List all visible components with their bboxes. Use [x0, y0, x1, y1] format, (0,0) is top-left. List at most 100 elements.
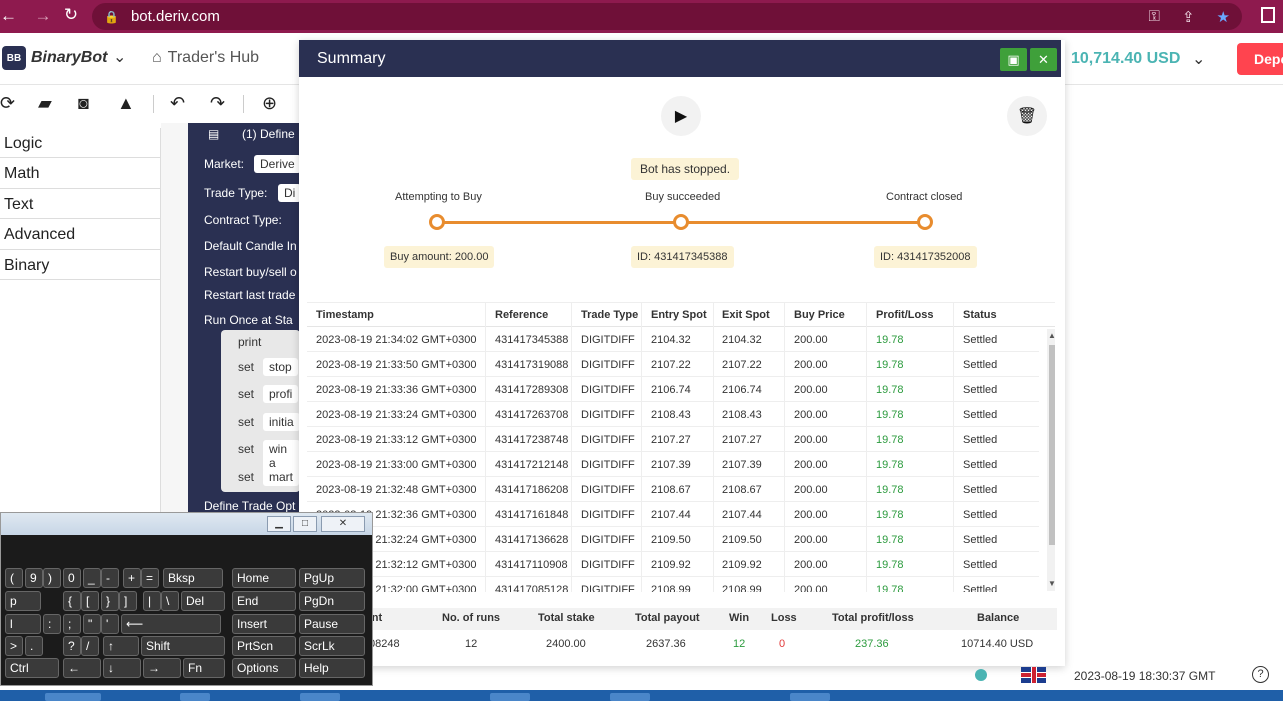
forward-icon[interactable]: →	[28, 6, 58, 26]
taskbar-item[interactable]	[610, 693, 650, 701]
traders-hub-link[interactable]: ⌂ Trader's Hub	[152, 49, 259, 67]
share-icon[interactable]: ⇪	[1182, 8, 1195, 26]
sidebar-icon[interactable]	[1261, 7, 1275, 23]
sidebar-item-binary[interactable]: Binary	[0, 250, 160, 280]
save-icon[interactable]: ◙	[78, 93, 89, 114]
keyboard-key[interactable]: Shift	[141, 636, 225, 656]
keyboard-key[interactable]: Options	[232, 658, 296, 678]
help-icon[interactable]: ?	[1252, 666, 1269, 683]
close-icon[interactable]: ✕	[321, 516, 365, 532]
close-icon[interactable]: ✕	[1030, 48, 1057, 71]
keyboard-key[interactable]: 9	[25, 568, 43, 588]
table-scrollbar[interactable]: ▲ ▼	[1047, 329, 1055, 591]
sidebar-item-math[interactable]: Math	[0, 158, 160, 189]
clear-stats-button[interactable]: 🗑	[1007, 96, 1047, 136]
keyboard-key[interactable]: |	[143, 591, 161, 611]
keyboard-key[interactable]: ⟵	[121, 614, 221, 634]
keyboard-key[interactable]: Pause	[299, 614, 365, 634]
reset-icon[interactable]: ⟳	[0, 93, 15, 114]
open-icon[interactable]: ▰	[38, 93, 52, 114]
keyboard-key[interactable]: ↓	[103, 658, 141, 678]
uk-flag-icon[interactable]	[1021, 667, 1046, 683]
keyboard-key[interactable]: Home	[232, 568, 296, 588]
keyboard-key[interactable]: l	[5, 614, 41, 634]
keyboard-key[interactable]: Insert	[232, 614, 296, 634]
star-icon[interactable]: ★	[1217, 8, 1230, 26]
keyboard-key[interactable]: _	[83, 568, 101, 588]
keyboard-key[interactable]: "	[83, 614, 101, 634]
variable-field[interactable]: initia	[263, 413, 300, 431]
url-text[interactable]: bot.deriv.com	[131, 8, 220, 25]
address-bar[interactable]: 🔒 bot.deriv.com ⚿ ⇪ ★	[92, 3, 1242, 30]
back-icon[interactable]: ←	[0, 6, 17, 26]
taskbar-item[interactable]	[45, 693, 101, 701]
keyboard-key[interactable]: ScrLk	[299, 636, 365, 656]
variable-field[interactable]: mart	[263, 468, 299, 486]
keyboard-key[interactable]: '	[101, 614, 119, 634]
trade-type-dropdown[interactable]: Di	[278, 184, 302, 202]
undo-icon[interactable]: ↶	[170, 93, 185, 114]
redo-icon[interactable]: ↷	[210, 93, 225, 114]
keyboard-key[interactable]: {	[63, 591, 81, 611]
keyboard-key[interactable]: (	[5, 568, 23, 588]
keyboard-key[interactable]: Del	[181, 591, 225, 611]
market-dropdown[interactable]: Derive	[254, 155, 301, 173]
deposit-button[interactable]: Depo	[1237, 43, 1283, 75]
keyboard-key[interactable]: →	[143, 658, 181, 678]
taskbar-item[interactable]	[790, 693, 830, 701]
minimize-icon[interactable]: ▁	[267, 516, 291, 532]
taskbar-item[interactable]	[180, 693, 210, 701]
keyboard-key[interactable]: /	[81, 636, 99, 656]
print-block[interactable]: print	[238, 335, 261, 349]
keyboard-key[interactable]: [	[81, 591, 99, 611]
keyboard-key[interactable]: ←	[63, 658, 101, 678]
keyboard-key[interactable]: Ctrl	[5, 658, 59, 678]
drive-icon[interactable]: ▲	[117, 93, 135, 114]
sidebar-item-advanced[interactable]: Advanced	[0, 219, 160, 250]
keyboard-key[interactable]: -	[101, 568, 119, 588]
keyboard-key[interactable]: Help	[299, 658, 365, 678]
app-name[interactable]: BinaryBot	[31, 49, 107, 67]
keyboard-key[interactable]: =	[141, 568, 159, 588]
keyboard-key[interactable]: Fn	[183, 658, 225, 678]
keyboard-key[interactable]: ]	[119, 591, 137, 611]
keyboard-key[interactable]: ↑	[103, 636, 139, 656]
reload-icon[interactable]: ↻	[56, 5, 86, 25]
scroll-thumb[interactable]	[1049, 345, 1055, 545]
key-icon[interactable]: ⚿	[1149, 8, 1160, 26]
taskbar-item[interactable]	[300, 693, 340, 701]
table-cell: 2023-08-19 21:33:12 GMT+0300	[316, 434, 477, 446]
keyboard-key[interactable]: ?	[63, 636, 81, 656]
variable-field[interactable]: stop	[263, 358, 298, 376]
keyboard-key[interactable]: PgUp	[299, 568, 365, 588]
sidebar-item-text[interactable]: Text	[0, 189, 160, 220]
run-bot-button[interactable]: ▶	[661, 96, 701, 136]
sidebar-item-logic[interactable]: Logic	[0, 128, 160, 159]
maximize-icon[interactable]: □	[293, 516, 317, 532]
keyboard-key[interactable]: }	[101, 591, 119, 611]
zoom-in-icon[interactable]: ⊕	[262, 93, 277, 114]
keyboard-key[interactable]: p	[5, 591, 41, 611]
run-once-blocks[interactable]: print set stop set profi set initia set …	[221, 330, 300, 492]
variable-field[interactable]: profi	[263, 385, 299, 403]
chevron-down-icon[interactable]: ⌄	[113, 47, 126, 67]
keyboard-key[interactable]: \	[161, 591, 179, 611]
account-balance[interactable]: 10,714.40 USD	[1071, 50, 1180, 68]
keyboard-key[interactable]: >	[5, 636, 23, 656]
keyboard-key[interactable]: +	[123, 568, 141, 588]
keyboard-key[interactable]: Bksp	[163, 568, 223, 588]
keyboard-key[interactable]: PrtScn	[232, 636, 296, 656]
keyboard-key[interactable]: .	[25, 636, 43, 656]
keyboard-key[interactable]: ;	[63, 614, 81, 634]
step-dot	[917, 214, 933, 230]
scroll-down-icon[interactable]: ▼	[1048, 579, 1055, 588]
taskbar-item[interactable]	[490, 693, 530, 701]
keyboard-key[interactable]: End	[232, 591, 296, 611]
keyboard-key[interactable]: :	[43, 614, 61, 634]
chevron-down-icon[interactable]: ⌄	[1192, 49, 1205, 69]
keyboard-key[interactable]: )	[43, 568, 61, 588]
keyboard-key[interactable]: PgDn	[299, 591, 365, 611]
scroll-up-icon[interactable]: ▲	[1048, 331, 1055, 340]
keyboard-key[interactable]: 0	[63, 568, 81, 588]
save-icon[interactable]: ▣	[1000, 48, 1027, 71]
